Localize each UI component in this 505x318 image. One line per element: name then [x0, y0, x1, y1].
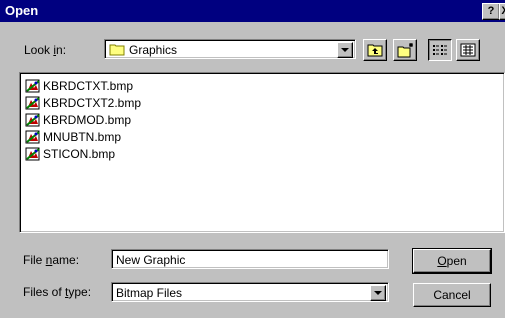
create-new-folder-button[interactable] [393, 39, 417, 61]
up-one-level-icon [367, 44, 383, 57]
cancel-button[interactable]: Cancel [413, 283, 491, 307]
create-new-folder-icon [397, 43, 413, 58]
file-name: KBRDMOD.bmp [43, 113, 132, 127]
file-type-label: Files of type: [23, 285, 92, 299]
look-in-dropdown-button[interactable] [337, 42, 353, 58]
file-name: STICON.bmp [43, 147, 116, 161]
list-view-button[interactable] [428, 39, 452, 61]
bitmap-file-icon [25, 113, 40, 127]
file-name-value: New Graphic [116, 253, 186, 267]
details-view-button[interactable] [456, 39, 480, 61]
look-in-combo[interactable]: Graphics [104, 39, 356, 59]
title-bar: Open ? X [0, 0, 505, 22]
file-name: KBRDCTXT2.bmp [43, 96, 142, 110]
folder-icon [109, 44, 125, 56]
file-list[interactable]: KBRDCTXT.bmp KBRDCTXT2.bmp KBRDMOD.bmp M… [19, 72, 505, 233]
file-name-input[interactable]: New Graphic [111, 249, 389, 269]
list-view-icon [433, 45, 447, 55]
file-name-label: File name: [23, 253, 80, 267]
file-name: MNUBTN.bmp [43, 130, 122, 144]
bitmap-file-icon [25, 96, 40, 110]
file-type-combo[interactable]: Bitmap Files [111, 282, 389, 302]
open-button[interactable]: Open [412, 248, 492, 274]
help-button[interactable]: ? [482, 3, 500, 20]
dialog-title: Open [5, 3, 39, 18]
file-type-value: Bitmap Files [116, 286, 183, 300]
bitmap-file-icon [25, 130, 40, 144]
bitmap-file-icon [25, 147, 40, 161]
file-name: KBRDCTXT.bmp [43, 79, 134, 93]
up-one-level-button[interactable] [363, 39, 387, 61]
close-button[interactable]: X [499, 3, 505, 20]
details-view-icon [460, 43, 476, 57]
look-in-value: Graphics [129, 43, 178, 57]
look-in-label: Look in: [24, 43, 67, 57]
file-type-dropdown-button[interactable] [370, 285, 386, 301]
bitmap-file-icon [25, 79, 40, 93]
